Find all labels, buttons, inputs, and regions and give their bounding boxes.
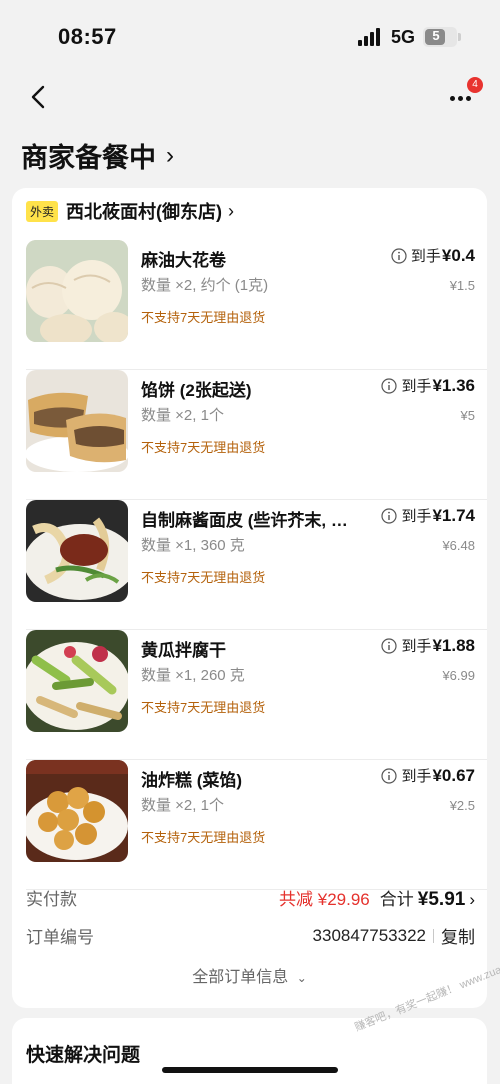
price-box[interactable]: 到手 ¥0.67: [381, 765, 475, 786]
home-indicator[interactable]: [162, 1067, 338, 1073]
total-amount: ¥5.91: [417, 889, 466, 910]
info-icon: [381, 507, 398, 524]
price-label: 到手: [401, 508, 432, 525]
final-price: ¥1.36: [432, 375, 475, 395]
quick-solve-card: 快速解决问题: [12, 1018, 487, 1084]
return-policy: 不支持7天无理由退货: [141, 830, 266, 845]
all-order-info-label: 全部订单信息: [192, 969, 289, 986]
store-header[interactable]: 外卖 西北莜面村(御东店) ›: [26, 198, 234, 224]
back-button[interactable]: [22, 80, 58, 116]
page-title: 商家备餐中: [21, 143, 156, 173]
more-dots-icon: [450, 96, 455, 101]
status-time: 08:57: [58, 24, 117, 49]
payment-summary[interactable]: 共减 ¥29.96 合计 ¥5.91 ›: [279, 885, 475, 911]
info-icon: [381, 637, 398, 654]
order-item[interactable]: 自制麻酱面皮 (些许芥末, … 数量 ×1, 360 克 不支持7天无理由退货 …: [12, 500, 487, 630]
item-name: 自制麻酱面皮 (些许芥末, …: [141, 511, 348, 530]
payment-label: 实付款: [26, 890, 77, 909]
final-price: ¥1.88: [432, 635, 475, 655]
store-name: 西北莜面村(御东店): [66, 202, 223, 222]
sesame-noodles-photo: [26, 500, 128, 602]
return-policy: 不支持7天无理由退货: [141, 440, 266, 455]
order-status-title[interactable]: 商家备餐中 ›: [21, 136, 174, 175]
price-label: 到手: [410, 248, 441, 265]
price-box[interactable]: 到手 ¥1.36: [381, 375, 475, 396]
order-card: 外卖 西北莜面村(御东店) › 麻油大花卷 数量 ×2, 约个 (1克) 不支持…: [12, 188, 487, 1008]
battery-level: 5: [432, 28, 440, 43]
delivery-tag: 外卖: [26, 200, 59, 222]
discount-amount: 共减 ¥29.96: [279, 890, 370, 909]
meat-pie-photo: [26, 370, 128, 472]
order-item[interactable]: 油炸糕 (菜馅) 数量 ×2, 1个 不支持7天无理由退货 到手 ¥0.67 ¥…: [12, 760, 487, 890]
return-policy: 不支持7天无理由退货: [141, 310, 266, 325]
item-quantity: 数量 ×2, 1个: [141, 407, 224, 424]
signal-icon: [358, 28, 384, 46]
final-price: ¥0.4: [441, 245, 475, 265]
chevron-down-icon: ⌄: [296, 971, 307, 985]
cucumber-tofu-photo: [26, 630, 128, 732]
order-number-row: 订单编号 330847753322 复制: [26, 923, 475, 948]
item-quantity: 数量 ×2, 约个 (1克): [141, 277, 269, 294]
fried-cake-photo: [26, 760, 128, 862]
info-icon: [381, 767, 398, 784]
all-order-info-button[interactable]: 全部订单信息 ⌄: [12, 963, 487, 987]
item-quantity: 数量 ×2, 1个: [141, 797, 224, 814]
item-quantity: 数量 ×1, 260 克: [141, 667, 245, 684]
original-price: ¥6.99: [442, 668, 475, 683]
steamed-bun-photo: [26, 240, 128, 342]
copy-button[interactable]: 复制: [441, 923, 475, 948]
item-name: 馅饼 (2张起送): [141, 381, 252, 400]
battery-cap: [458, 33, 461, 41]
item-name: 黄瓜拌腐干: [141, 641, 226, 660]
price-label: 到手: [401, 378, 432, 395]
chevron-right-icon: ›: [166, 141, 174, 169]
original-price: ¥1.5: [449, 278, 475, 293]
order-item[interactable]: 麻油大花卷 数量 ×2, 约个 (1克) 不支持7天无理由退货 到手 ¥0.4 …: [12, 240, 487, 370]
total-label: 合计: [379, 890, 414, 909]
final-price: ¥1.74: [432, 505, 475, 525]
battery-icon: 5: [423, 27, 457, 47]
price-box[interactable]: 到手 ¥1.88: [381, 635, 475, 656]
item-quantity: 数量 ×1, 360 克: [141, 537, 245, 554]
return-policy: 不支持7天无理由退货: [141, 700, 266, 715]
final-price: ¥0.67: [432, 765, 475, 785]
quick-solve-title: 快速解决问题: [26, 1045, 141, 1066]
info-icon: [381, 377, 398, 394]
chevron-right-icon: ›: [469, 890, 475, 909]
item-name: 油炸糕 (菜馅): [141, 771, 243, 790]
network-type: 5G: [391, 27, 416, 47]
price-label: 到手: [401, 768, 432, 785]
order-item[interactable]: 黄瓜拌腐干 数量 ×1, 260 克 不支持7天无理由退货 到手 ¥1.88 ¥…: [12, 630, 487, 760]
original-price: ¥5: [460, 408, 475, 423]
payment-row[interactable]: 实付款 共减 ¥29.96 合计 ¥5.91 ›: [26, 885, 475, 911]
original-price: ¥6.48: [442, 538, 475, 553]
price-label: 到手: [401, 638, 432, 655]
chevron-right-icon: ›: [228, 200, 235, 221]
info-icon: [391, 247, 407, 264]
order-item[interactable]: 馅饼 (2张起送) 数量 ×2, 1个 不支持7天无理由退货 到手 ¥1.36 …: [12, 370, 487, 500]
return-policy: 不支持7天无理由退货: [141, 570, 266, 585]
original-price: ¥2.5: [449, 798, 475, 813]
chevron-left-icon: [31, 85, 45, 109]
notification-badge: 4: [467, 77, 483, 93]
divider: [433, 928, 434, 943]
order-number: 330847753322: [312, 925, 426, 945]
price-box[interactable]: 到手 ¥0.4: [391, 245, 475, 266]
price-box[interactable]: 到手 ¥1.74: [381, 505, 475, 526]
item-name: 麻油大花卷: [141, 251, 226, 270]
status-bar: 08:57 5G 5: [0, 0, 500, 70]
order-number-label: 订单编号: [26, 928, 94, 947]
